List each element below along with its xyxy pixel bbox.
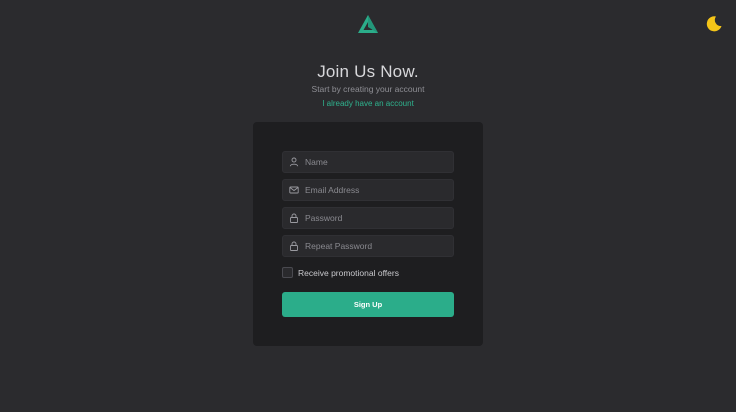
theme-toggle[interactable]	[704, 14, 724, 34]
lock-icon	[290, 241, 298, 251]
page-subtitle: Start by creating your account	[311, 84, 425, 94]
lock-icon	[290, 213, 298, 223]
name-input[interactable]	[305, 157, 445, 167]
triangle-logo-icon	[358, 15, 378, 33]
promo-option: Receive promotional offers	[282, 267, 399, 278]
repeat-password-field[interactable]	[282, 235, 454, 257]
repeat-password-input[interactable]	[305, 241, 445, 251]
logo	[357, 14, 379, 34]
name-field[interactable]	[282, 151, 454, 173]
password-input[interactable]	[305, 213, 445, 223]
signup-card: Receive promotional offers Sign Up	[253, 122, 483, 346]
page-heading: Join Us Now. Start by creating your acco…	[0, 62, 736, 94]
user-icon	[289, 157, 299, 167]
promo-checkbox[interactable]	[282, 267, 293, 278]
email-input[interactable]	[305, 185, 445, 195]
mail-icon	[289, 186, 299, 194]
moon-icon	[706, 16, 722, 32]
promo-label[interactable]: Receive promotional offers	[298, 268, 399, 278]
signup-button[interactable]: Sign Up	[282, 292, 454, 317]
page-title: Join Us Now.	[317, 62, 419, 81]
password-field[interactable]	[282, 207, 454, 229]
email-field[interactable]	[282, 179, 454, 201]
login-link[interactable]: I already have an account	[0, 99, 736, 108]
